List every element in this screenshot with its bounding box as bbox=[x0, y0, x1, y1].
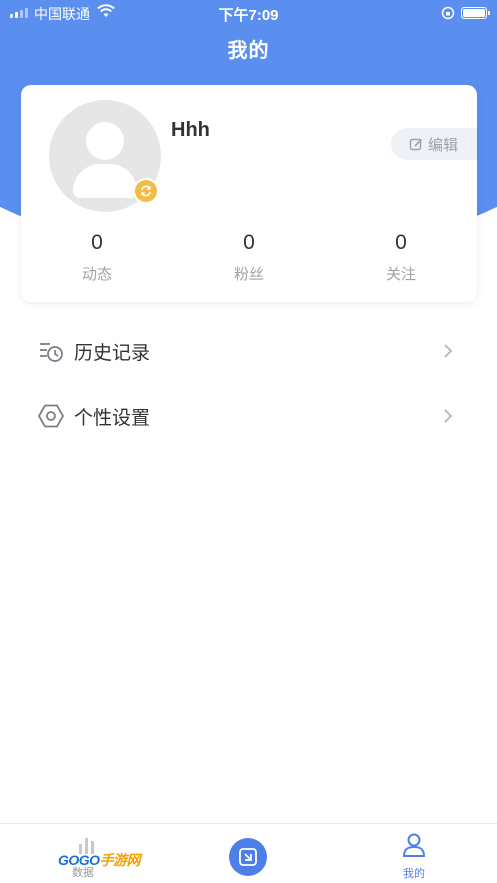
stat-value: 0 bbox=[243, 231, 255, 254]
tab-bar: GOGO手游网 数据 我的 bbox=[0, 823, 497, 883]
stat-value: 0 bbox=[395, 231, 407, 254]
tab-mine[interactable]: 我的 bbox=[392, 832, 436, 881]
stat-value: 0 bbox=[91, 231, 103, 254]
tab-label: 数据 bbox=[72, 867, 94, 879]
menu-item-history[interactable]: 历史记录 bbox=[0, 320, 497, 380]
user-icon bbox=[402, 833, 426, 857]
refresh-icon bbox=[135, 180, 157, 202]
battery-icon bbox=[461, 7, 490, 19]
profile-card: Hhh 编辑 0 动态 0 粉丝 0 关注 bbox=[21, 85, 477, 302]
menu-label: 历史记录 bbox=[74, 343, 151, 364]
stat-label: 关注 bbox=[385, 266, 416, 283]
stats-row: 0 动态 0 粉丝 0 关注 bbox=[21, 231, 477, 284]
chevron-right-icon bbox=[444, 409, 453, 423]
switch-avatar-button[interactable] bbox=[133, 178, 159, 204]
menu-item-personal-settings[interactable]: 个性设置 bbox=[0, 385, 497, 445]
watermark-logo: GOGO手游网 bbox=[58, 852, 141, 868]
stat-label: 动态 bbox=[81, 266, 112, 283]
edit-profile-button[interactable]: 编辑 bbox=[391, 128, 477, 160]
status-time: 下午7:09 bbox=[218, 7, 279, 24]
tab-data[interactable]: GOGO手游网 数据 bbox=[36, 834, 146, 880]
chevron-right-icon bbox=[444, 344, 453, 358]
avatar-head-shape bbox=[86, 122, 124, 160]
page-title: 我的 bbox=[227, 40, 270, 62]
tab-label: 我的 bbox=[403, 868, 425, 880]
edit-icon bbox=[409, 138, 423, 150]
tab-center-button[interactable] bbox=[229, 838, 267, 876]
history-icon bbox=[40, 343, 63, 362]
username: Hhh bbox=[171, 119, 210, 141]
settings-hexagon-icon bbox=[38, 404, 64, 428]
avatar-body-shape bbox=[73, 164, 137, 198]
stat-posts[interactable]: 0 动态 bbox=[21, 231, 173, 284]
compass-icon bbox=[239, 848, 257, 866]
edit-label: 编辑 bbox=[428, 136, 459, 154]
profile-page: 中国联通 下午7:09 我的 Hhh 编辑 0 动态 0 粉丝 0 关注 历史记… bbox=[0, 0, 497, 883]
rotation-lock-icon bbox=[441, 6, 455, 20]
stat-following[interactable]: 0 关注 bbox=[325, 231, 477, 284]
status-bar: 中国联通 下午7:09 bbox=[0, 0, 497, 26]
stat-followers[interactable]: 0 粉丝 bbox=[173, 231, 325, 284]
stat-label: 粉丝 bbox=[233, 266, 264, 283]
menu-label: 个性设置 bbox=[74, 408, 151, 429]
